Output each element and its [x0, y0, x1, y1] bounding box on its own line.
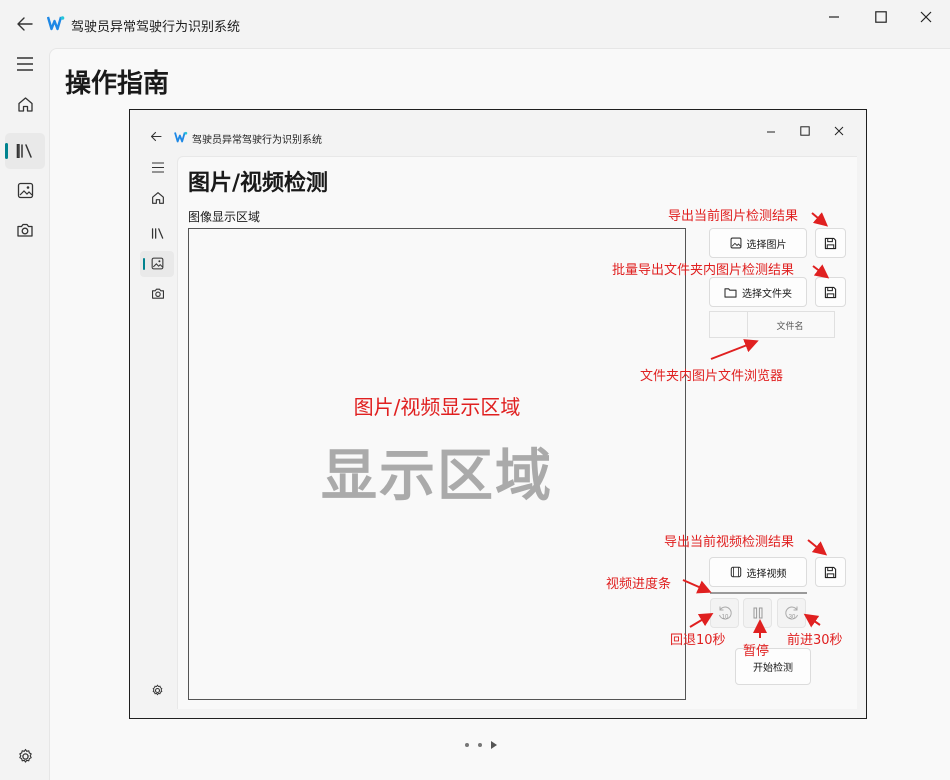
pager-dot[interactable] — [465, 743, 469, 747]
maximize-button[interactable] — [858, 6, 904, 28]
arrow-export-video — [807, 539, 828, 556]
nav-settings-button[interactable] — [5, 738, 45, 774]
minimize-icon — [829, 16, 839, 18]
arrow-forward — [803, 613, 821, 628]
minimize-button[interactable] — [811, 6, 857, 28]
hamburger-icon — [17, 57, 33, 71]
close-icon — [920, 11, 932, 23]
guide-screenshot: 驾驶员异常驾驶行为识别系统 图片/视频检测 图像显示区域 图片/视频显示区域 显… — [129, 109, 867, 719]
close-button[interactable] — [903, 6, 949, 28]
pager-next-icon[interactable] — [491, 741, 497, 749]
back-arrow-icon — [17, 17, 33, 31]
nav-image-button[interactable] — [5, 172, 45, 208]
pager — [465, 740, 497, 750]
arrow-rewind — [689, 612, 714, 628]
page-title: 操作指南 — [65, 69, 170, 99]
maximize-icon — [875, 11, 887, 23]
arrow-file-browser — [710, 339, 759, 360]
pager-dot[interactable] — [478, 743, 482, 747]
annotation-arrows — [682, 212, 830, 638]
library-icon — [16, 144, 32, 158]
app-logo-icon — [47, 16, 65, 31]
camera-icon — [17, 223, 33, 237]
app-title: 驾驶员异常驾驶行为识别系统 — [71, 20, 241, 35]
settings-icon — [18, 748, 32, 763]
home-icon — [17, 96, 33, 112]
arrow-export-folder — [812, 264, 830, 279]
nav-guide-button[interactable] — [5, 133, 45, 169]
title-bar: 驾驶员异常驾驶行为识别系统 — [0, 0, 950, 46]
arrow-video-progress — [682, 579, 712, 594]
nav-menu-button[interactable] — [5, 46, 45, 82]
back-button[interactable] — [12, 11, 38, 37]
nav-camera-button[interactable] — [5, 212, 45, 248]
arrow-export-image — [811, 212, 829, 227]
nav-home-button[interactable] — [5, 86, 45, 122]
image-icon — [17, 182, 33, 198]
nav-rail — [0, 46, 48, 780]
active-indicator — [5, 143, 8, 159]
